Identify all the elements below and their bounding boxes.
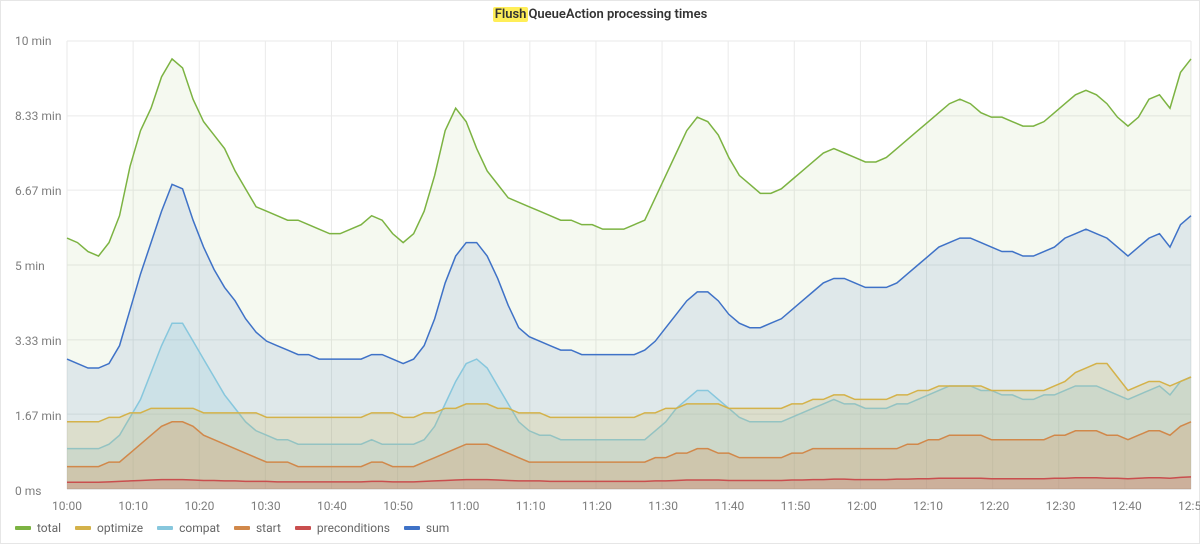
legend-swatch bbox=[75, 526, 91, 530]
legend-label: total bbox=[37, 521, 61, 535]
y-tick-label: 1.67 min bbox=[15, 409, 61, 423]
x-tick-label: 11:50 bbox=[781, 499, 811, 513]
x-tick-label: 12:10 bbox=[913, 499, 943, 513]
legend: total optimize compat start preconditions sum bbox=[15, 521, 449, 535]
x-tick-label: 12:40 bbox=[1112, 499, 1142, 513]
y-tick-label: 3.33 min bbox=[15, 334, 61, 348]
chart-title-rest: QueueAction processing times bbox=[528, 7, 707, 22]
x-tick-label: 11:30 bbox=[648, 499, 678, 513]
legend-swatch bbox=[234, 526, 250, 530]
legend-item-optimize[interactable]: optimize bbox=[75, 521, 143, 535]
x-tick-label: 10:00 bbox=[52, 499, 82, 513]
x-tick-label: 12:30 bbox=[1046, 499, 1076, 513]
legend-swatch bbox=[404, 526, 420, 530]
x-tick-label: 11:10 bbox=[516, 499, 546, 513]
y-tick-label: 8.33 min bbox=[15, 109, 61, 123]
x-tick-label: 11:20 bbox=[582, 499, 612, 513]
legend-label: compat bbox=[179, 521, 220, 535]
chart-title: FlushQueueAction processing times bbox=[1, 1, 1199, 22]
x-tick-label: 12:50 bbox=[1178, 499, 1200, 513]
legend-label: preconditions bbox=[317, 521, 390, 535]
chart-title-highlight: Flush bbox=[493, 7, 529, 22]
legend-label: start bbox=[256, 521, 281, 535]
legend-item-compat[interactable]: compat bbox=[157, 521, 220, 535]
x-tick-label: 10:20 bbox=[185, 499, 215, 513]
y-tick-label: 5 min bbox=[15, 259, 45, 273]
y-tick-label: 10 min bbox=[15, 34, 52, 48]
legend-item-start[interactable]: start bbox=[234, 521, 281, 535]
y-tick-label: 6.67 min bbox=[15, 184, 61, 198]
x-tick-label: 10:10 bbox=[118, 499, 148, 513]
legend-swatch bbox=[157, 526, 173, 530]
legend-swatch bbox=[295, 526, 311, 530]
plot-area[interactable] bbox=[67, 41, 1191, 489]
legend-item-preconditions[interactable]: preconditions bbox=[295, 521, 390, 535]
legend-label: sum bbox=[426, 521, 449, 535]
x-tick-label: 11:40 bbox=[714, 499, 744, 513]
legend-swatch bbox=[15, 526, 31, 530]
x-tick-label: 12:00 bbox=[847, 499, 877, 513]
chart-panel: FlushQueueAction processing times 0 ms 1.… bbox=[0, 0, 1200, 544]
y-tick-label: 0 ms bbox=[15, 484, 41, 498]
x-tick-label: 10:50 bbox=[383, 499, 413, 513]
legend-label: optimize bbox=[97, 521, 143, 535]
legend-item-sum[interactable]: sum bbox=[404, 521, 449, 535]
x-tick-label: 10:40 bbox=[317, 499, 347, 513]
plot-svg bbox=[67, 41, 1191, 489]
x-tick-label: 11:00 bbox=[449, 499, 479, 513]
x-tick-label: 12:20 bbox=[979, 499, 1009, 513]
x-tick-label: 10:30 bbox=[251, 499, 281, 513]
legend-item-total[interactable]: total bbox=[15, 521, 61, 535]
